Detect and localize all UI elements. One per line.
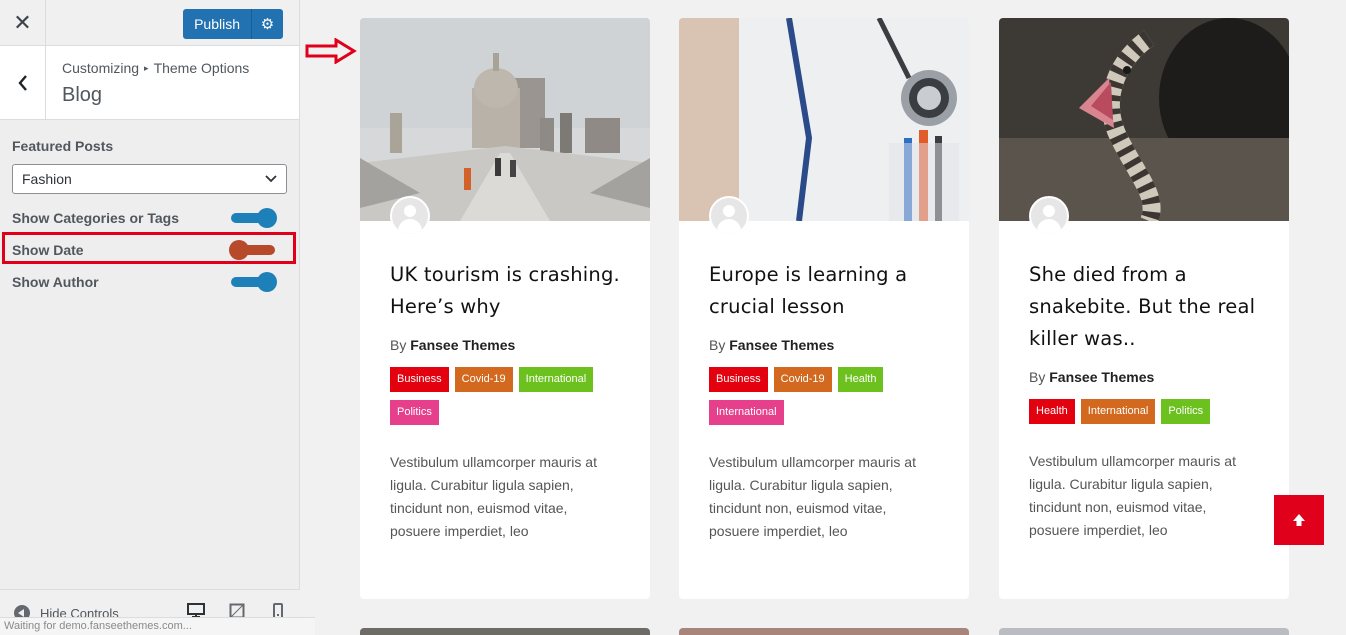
author-link[interactable]: Fansee Themes	[729, 337, 834, 353]
post-tags: Business Covid-19 Health International	[709, 367, 939, 425]
publish-button[interactable]: Publish	[183, 9, 251, 39]
author-link[interactable]: Fansee Themes	[410, 337, 515, 353]
london-bridge-image	[360, 18, 650, 221]
show-date-highlight	[2, 232, 296, 264]
customizer-topbar: ✕ Publish ⚙	[0, 0, 299, 46]
doctor-image	[679, 18, 969, 222]
section-title: Blog	[62, 84, 103, 106]
annotation-arrow-icon	[305, 38, 357, 64]
breadcrumb-root: Customizing	[62, 60, 140, 76]
by-prefix: By	[390, 337, 407, 353]
post-image[interactable]	[679, 18, 969, 236]
by-prefix: By	[1029, 369, 1046, 385]
author-avatar[interactable]	[390, 196, 430, 236]
post-body: She died from a snakebite. But the real …	[999, 221, 1289, 542]
next-post-card-edge	[999, 628, 1289, 635]
tag-link[interactable]: Business	[709, 367, 768, 392]
show-author-row: Show Author	[12, 266, 287, 298]
post-card: UK tourism is crashing. Here’s why By Fa…	[360, 18, 650, 599]
featured-posts-select[interactable]: Fashion	[12, 164, 287, 194]
breadcrumb-separator-icon: ▸	[144, 63, 149, 73]
breadcrumb-parent: Theme Options	[153, 60, 250, 76]
post-title[interactable]: She died from a snakebite. But the real …	[1029, 259, 1259, 355]
gear-icon: ⚙	[260, 16, 275, 33]
browser-status-bar: Waiting for demo.fanseethemes.com...	[0, 617, 315, 635]
tag-link[interactable]: Politics	[1161, 399, 1211, 424]
post-excerpt: Vestibulum ullamcorper mauris at ligula.…	[390, 454, 597, 539]
tag-link[interactable]: Health	[1029, 399, 1075, 424]
post-excerpt: Vestibulum ullamcorper mauris at ligula.…	[1029, 453, 1236, 538]
section-header: Customizing ▸ Theme Options Blog	[0, 46, 299, 120]
post-byline: By Fansee Themes	[709, 337, 939, 353]
author-avatar[interactable]	[709, 196, 749, 236]
post-byline: By Fansee Themes	[1029, 369, 1259, 385]
close-icon: ✕	[13, 9, 32, 35]
tag-link[interactable]: Covid-19	[454, 367, 513, 392]
tag-link[interactable]: International	[1080, 399, 1156, 424]
close-customizer-button[interactable]: ✕	[0, 0, 46, 45]
back-button[interactable]	[0, 46, 46, 119]
post-image[interactable]	[360, 18, 650, 236]
show-categories-toggle[interactable]	[231, 208, 277, 228]
chevron-left-icon	[17, 74, 27, 91]
author-avatar[interactable]	[1029, 196, 1069, 236]
by-prefix: By	[709, 337, 726, 353]
show-author-toggle[interactable]	[231, 272, 277, 292]
show-categories-row: Show Categories or Tags	[12, 202, 287, 234]
chevron-down-icon	[265, 175, 277, 183]
post-excerpt: Vestibulum ullamcorper mauris at ligula.…	[709, 454, 916, 539]
post-card: Europe is learning a crucial lesson By F…	[679, 18, 969, 599]
next-post-card-edge	[360, 628, 650, 635]
publish-group: Publish ⚙	[183, 9, 283, 39]
post-image[interactable]	[999, 18, 1289, 236]
featured-posts-label: Featured Posts	[12, 138, 114, 154]
show-author-label: Show Author	[12, 274, 99, 290]
publish-settings-button[interactable]: ⚙	[251, 9, 283, 39]
post-card: She died from a snakebite. But the real …	[999, 18, 1289, 599]
tag-link[interactable]: International	[518, 367, 594, 392]
post-tags: Health International Politics	[1029, 399, 1259, 424]
snake-image	[999, 18, 1289, 225]
arrow-up-icon	[1293, 514, 1305, 526]
tag-link[interactable]: Covid-19	[773, 367, 832, 392]
tag-link[interactable]: International	[709, 400, 784, 425]
show-categories-label: Show Categories or Tags	[12, 210, 179, 226]
featured-posts-value: Fashion	[22, 171, 72, 187]
tag-link[interactable]: Politics	[390, 400, 439, 425]
scroll-to-top-button[interactable]	[1274, 495, 1324, 545]
controls-panel: Featured Posts Fashion Show Categories o…	[0, 120, 299, 298]
author-link[interactable]: Fansee Themes	[1049, 369, 1154, 385]
tag-link[interactable]: Health	[837, 367, 884, 392]
post-title[interactable]: UK tourism is crashing. Here’s why	[390, 259, 620, 323]
tag-link[interactable]: Business	[390, 367, 449, 392]
post-body: UK tourism is crashing. Here’s why By Fa…	[360, 221, 650, 543]
breadcrumb: Customizing ▸ Theme Options	[62, 60, 249, 76]
post-byline: By Fansee Themes	[390, 337, 620, 353]
post-body: Europe is learning a crucial lesson By F…	[679, 221, 969, 543]
customizer-sidebar: ✕ Publish ⚙ Customizing ▸ Theme Options Bl…	[0, 0, 315, 635]
post-title[interactable]: Europe is learning a crucial lesson	[709, 259, 939, 323]
next-post-card-edge	[679, 628, 969, 635]
post-tags: Business Covid-19 International Politics	[390, 367, 620, 425]
